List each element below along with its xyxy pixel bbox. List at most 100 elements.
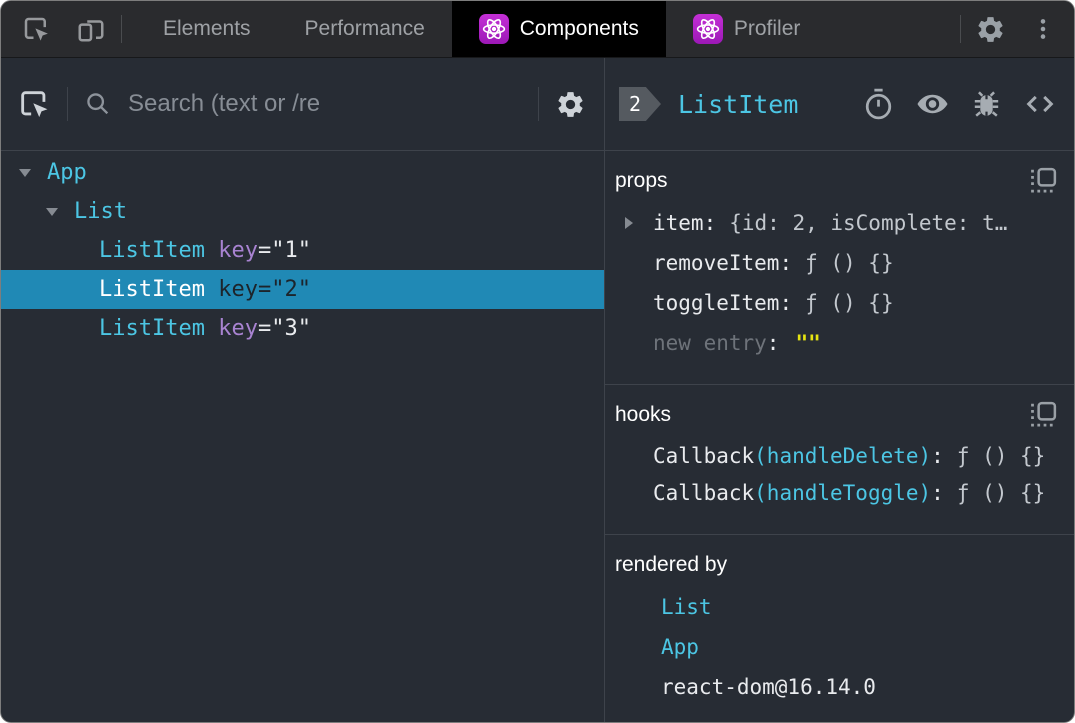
owner-link[interactable]: List xyxy=(661,595,712,619)
three-dots-icon xyxy=(1030,16,1056,42)
prop-row-removeitem[interactable]: removeItem: ƒ () {} xyxy=(615,243,1058,283)
component-name: ListItem xyxy=(99,277,205,302)
tab-components[interactable]: Components xyxy=(451,1,666,57)
tree-row-list[interactable]: List xyxy=(1,192,604,231)
tree-pane: App List ListItem key="1" ListItem key="… xyxy=(1,58,605,722)
inspect-element-icon xyxy=(21,14,51,44)
key-attr: key xyxy=(218,277,258,302)
prop-key: removeItem xyxy=(653,251,780,275)
hook-arg: (handleToggle) xyxy=(754,480,932,505)
copy-hooks-button[interactable] xyxy=(1028,400,1058,430)
props-title: props xyxy=(615,169,668,192)
bug-icon xyxy=(970,87,1003,121)
props-rows: item: {id: 2, isComplete: t… removeItem: ƒ… xyxy=(615,203,1058,363)
copy-icon xyxy=(1028,400,1058,430)
inspect-dom-button[interactable] xyxy=(914,87,951,121)
chevron-down-icon[interactable] xyxy=(45,207,59,216)
copy-props-button[interactable] xyxy=(1028,166,1058,196)
hook-value: ƒ () {} xyxy=(956,480,1046,505)
suspend-component-button[interactable] xyxy=(862,87,895,122)
tree-row-app[interactable]: App xyxy=(1,153,604,192)
tab-performance-label: Performance xyxy=(304,17,425,40)
selected-component-header: 2 ListItem xyxy=(605,58,1074,151)
props-section: props item: {id: 2, isComplete: t… remo… xyxy=(605,151,1074,385)
devtools-settings-button[interactable] xyxy=(975,14,1006,45)
chevron-right-icon[interactable] xyxy=(625,217,633,229)
hook-type: Callback xyxy=(653,480,755,505)
chevron-down-icon[interactable] xyxy=(18,168,32,177)
prop-value: ƒ () {} xyxy=(805,291,894,315)
owners-stack-badge[interactable]: 2 xyxy=(619,87,661,121)
gear-icon xyxy=(975,14,1006,45)
hooks-header: hooks xyxy=(615,399,1058,431)
new-prop-entry-row[interactable]: new entry: "" xyxy=(615,323,1058,363)
copy-icon xyxy=(1028,166,1058,196)
component-tree: App List ListItem key ="1" ListItem key ="… xyxy=(1,151,604,722)
hook-type: Callback xyxy=(653,443,755,468)
view-settings-button[interactable] xyxy=(555,89,586,120)
search-icon xyxy=(84,90,112,118)
component-name: ListItem xyxy=(99,238,205,263)
code-brackets-icon xyxy=(1022,87,1058,121)
tab-profiler[interactable]: Profiler xyxy=(666,1,828,57)
view-source-button[interactable] xyxy=(1022,87,1058,121)
toolbar-separator xyxy=(538,87,539,121)
hook-value: ƒ () {} xyxy=(956,443,1046,468)
rendered-by-item-renderer: react-dom@16.14.0 xyxy=(615,667,1058,707)
device-toolbar-icon xyxy=(75,14,107,44)
key-attr: key xyxy=(218,238,258,263)
rendered-by-header: rendered by xyxy=(615,549,1058,581)
prop-row-toggleitem[interactable]: toggleItem: ƒ () {} xyxy=(615,283,1058,323)
tab-elements[interactable]: Elements xyxy=(136,1,278,57)
stopwatch-icon xyxy=(862,87,895,122)
gear-icon xyxy=(555,89,586,120)
prop-colon: : xyxy=(703,211,717,235)
prop-colon: : xyxy=(779,251,793,275)
hook-row-handledelete: Callback (handleDelete): ƒ () {} xyxy=(615,437,1058,474)
hook-colon: : xyxy=(931,443,944,468)
inspect-element-icon xyxy=(17,87,51,121)
prop-row-item[interactable]: item: {id: 2, isComplete: t… xyxy=(615,203,1058,243)
toggle-device-toolbar-button[interactable] xyxy=(75,14,107,44)
hooks-title: hooks xyxy=(615,403,672,426)
component-actions xyxy=(862,87,1058,122)
react-logo-icon xyxy=(478,14,509,44)
tab-performance[interactable]: Performance xyxy=(278,1,452,57)
inspect-element-button[interactable] xyxy=(21,14,51,44)
tab-elements-label: Elements xyxy=(163,17,251,40)
hook-colon: : xyxy=(931,480,944,505)
new-entry-value[interactable]: "" xyxy=(795,331,820,355)
key-attr: key xyxy=(218,316,258,341)
tree-row-listitem-1[interactable]: ListItem key ="1" xyxy=(1,231,604,270)
prop-colon: : xyxy=(779,291,793,315)
component-name: ListItem xyxy=(99,316,205,341)
rendered-by-rows: List App react-dom@16.14.0 xyxy=(615,587,1058,707)
tree-row-listitem-2-selected[interactable]: ListItem key ="2" xyxy=(1,270,604,309)
toolbar-separator xyxy=(67,87,68,121)
more-options-button[interactable] xyxy=(1030,16,1056,42)
hooks-rows: Callback (handleDelete): ƒ () {} Callback(… xyxy=(615,437,1058,511)
component-name: App xyxy=(47,160,87,185)
hook-arg: (handleDelete) xyxy=(754,443,932,468)
details-pane: 2 ListItem props item: {id: 2, isComple… xyxy=(605,58,1074,722)
tab-profiler-label: Profiler xyxy=(733,17,801,40)
log-component-button[interactable] xyxy=(970,87,1003,121)
devtools-window: Elements Performance Components Profiler… xyxy=(0,0,1075,723)
prop-value: ƒ () {} xyxy=(805,251,894,275)
eye-icon xyxy=(914,87,951,121)
hooks-section: hooks Callback (handleDelete): ƒ () {} … xyxy=(605,385,1074,535)
prop-value: {id: 2, isComplete: t… xyxy=(729,211,1008,235)
select-element-button[interactable] xyxy=(17,87,51,121)
rendered-by-item-app[interactable]: App xyxy=(615,627,1058,667)
tree-row-listitem-3[interactable]: ListItem key ="3" xyxy=(1,309,604,348)
owner-link[interactable]: App xyxy=(661,635,699,659)
new-entry-label: new entry xyxy=(653,331,767,355)
rendered-by-item-list[interactable]: List xyxy=(615,587,1058,627)
key-value: ="1" xyxy=(257,238,311,263)
prop-key: toggleItem xyxy=(653,291,780,315)
topbar-right-controls xyxy=(946,1,1074,57)
react-logo-icon xyxy=(692,14,723,44)
search-input[interactable] xyxy=(126,89,522,119)
prop-key: item xyxy=(653,211,704,235)
key-value: ="3" xyxy=(257,316,311,341)
